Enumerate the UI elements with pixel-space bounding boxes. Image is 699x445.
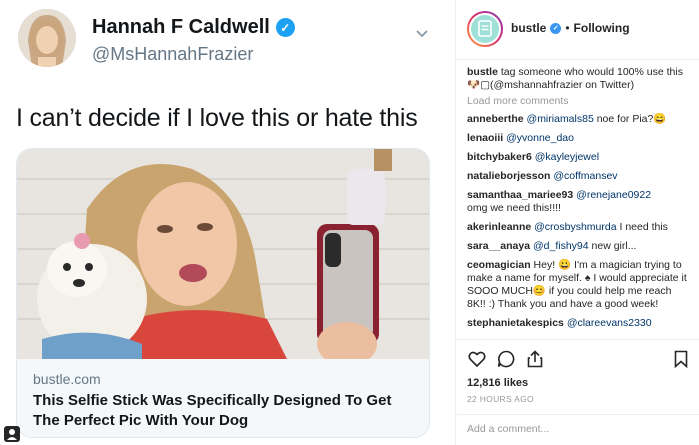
comment-item: anneberthe @miriamals85 noe for Pia?😄 (467, 113, 689, 126)
post-caption: bustle tag someone who would 100% use th… (467, 66, 689, 92)
heart-icon[interactable] (467, 349, 487, 369)
link-card: bustle.com This Selfie Stick Was Specifi… (16, 148, 430, 438)
following-button[interactable]: Following (574, 21, 630, 35)
comment-item: sara__anaya @d_fishy94 new girl... (467, 240, 689, 253)
comment-username[interactable]: lenaoiii (467, 132, 503, 144)
comment-mention[interactable]: @d_fishy94 (533, 240, 589, 252)
share-icon[interactable] (525, 349, 545, 369)
comment-mention[interactable]: @crosbyshmurda (534, 221, 616, 233)
comment-username[interactable]: bitchybaker6 (467, 151, 532, 163)
comment-mention[interactable]: @coffmansev (553, 170, 617, 182)
action-bar (457, 339, 699, 374)
verified-badge-icon: ✓ (275, 18, 295, 37)
comment-text: omg we need this!!!! (467, 202, 561, 214)
comment-item: stephanietakespics @clareevans2330 (467, 317, 689, 330)
comment-text: new girl... (591, 240, 637, 252)
post-header: bustle ✓ • Following (457, 0, 699, 60)
comment-item: bitchybaker6 @kayleyjewel (467, 151, 689, 164)
card-title[interactable]: This Selfie Stick Was Specifically Desig… (33, 391, 415, 431)
verified-badge-icon: ✓ (550, 22, 562, 34)
bookmark-icon[interactable] (671, 349, 691, 369)
card-photo (17, 149, 429, 359)
tweet-author-handle: @MsHannahFrazier (92, 44, 254, 64)
comment-username[interactable]: samanthaa_mariee93 (467, 189, 573, 201)
separator-dot: • (565, 21, 570, 35)
comment-username[interactable]: natalieborjesson (467, 170, 550, 182)
add-comment-input[interactable]: Add a comment... (457, 414, 699, 445)
comment-username[interactable]: sara__anaya (467, 240, 530, 252)
instagram-panel: bustle ✓ • Following bustle tag someone … (457, 0, 699, 445)
tweet-avatar (18, 9, 76, 67)
comment-username[interactable]: akerinleanne (467, 221, 531, 233)
comment-mention[interactable]: @miriamals85 (527, 113, 594, 125)
tweet-text: I can’t decide if I love this or hate th… (16, 104, 418, 132)
chevron-down-icon (416, 30, 428, 38)
tweet-author-name-text: Hannah F Caldwell (92, 16, 270, 38)
comments-section: bustle tag someone who would 100% use th… (457, 61, 699, 339)
comment-item: samanthaa_mariee93 @renejane0922 omg we … (467, 189, 689, 215)
card-meta[interactable]: bustle.com This Selfie Stick Was Specifi… (17, 359, 429, 437)
post-timestamp[interactable]: 22 HOURS AGO (467, 394, 534, 404)
comment-icon[interactable] (496, 349, 516, 369)
comment-username[interactable]: ceomagician (467, 259, 531, 271)
account-username[interactable]: bustle (511, 21, 546, 35)
caption-username[interactable]: bustle (467, 66, 498, 78)
caption-text: tag someone who would 100% use this 🐶▢(@… (467, 66, 683, 91)
card-domain: bustle.com (33, 371, 101, 387)
comment-mention[interactable]: @renejane0922 (576, 189, 651, 201)
comment-username[interactable]: anneberthe (467, 113, 524, 125)
comment-item: akerinleanne @crosbyshmurda I need this (467, 221, 689, 234)
tweet-author-name: Hannah F Caldwell ✓ (92, 16, 295, 39)
comment-mention[interactable]: @yvonne_dao (506, 132, 574, 144)
likes-count[interactable]: 12,816 likes (467, 377, 528, 389)
account-tag-icon[interactable] (2, 424, 22, 444)
account-header-line: bustle ✓ • Following (511, 21, 630, 35)
comment-item: lenaoiii @yvonne_dao (467, 132, 689, 145)
comment-text: noe for Pia?😄 (596, 113, 667, 125)
post-image: Hannah F Caldwell ✓ @MsHannahFrazier I c… (0, 0, 456, 445)
comment-mention[interactable]: @kayleyjewel (535, 151, 599, 163)
account-avatar[interactable] (467, 11, 503, 47)
comment-username[interactable]: stephanietakespics (467, 317, 564, 329)
comment-mention[interactable]: @clareevans2330 (567, 317, 652, 329)
comment-text: I need this (619, 221, 668, 233)
load-more-comments-button[interactable]: Load more comments (467, 95, 689, 107)
comment-item: ceomagician Hey! 😀 I'm a magician trying… (467, 259, 689, 311)
comment-item: natalieborjesson @coffmansev (467, 170, 689, 183)
